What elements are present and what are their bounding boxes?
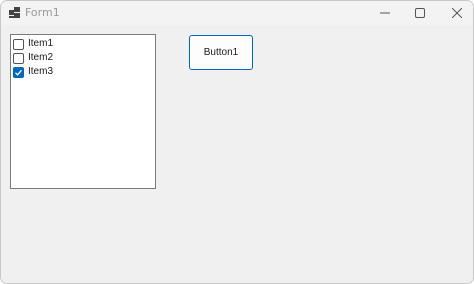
checkbox-item1[interactable]: [13, 38, 24, 50]
maximize-button[interactable]: [400, 1, 440, 25]
list-item-item1[interactable]: Item1: [13, 37, 53, 51]
form-icon: [9, 7, 20, 18]
list-item-label: Item3: [28, 66, 54, 77]
checkbox-item3[interactable]: [13, 66, 24, 78]
list-item-label: Item1: [28, 38, 54, 49]
checkmark-icon: [15, 69, 22, 76]
title-bar[interactable]: Form1: [1, 1, 473, 25]
checked-list-box[interactable]: Item1 Item2 Item3: [10, 34, 156, 189]
maximize-icon: [415, 8, 425, 18]
close-icon: [452, 8, 462, 18]
button1[interactable]: Button1: [189, 35, 253, 70]
minimize-icon: [380, 12, 390, 14]
minimize-button[interactable]: [365, 1, 405, 25]
form-client-area: Item1 Item2 Item3 Button1: [1, 25, 473, 283]
checkbox-item2[interactable]: [13, 52, 24, 64]
form1-window: Form1 Item1 Item2 Item3 Button1: [0, 0, 474, 284]
window-title: Form1: [25, 6, 60, 19]
list-item-item3[interactable]: Item3: [13, 65, 53, 79]
list-item-label: Item2: [28, 52, 54, 63]
list-item-item2[interactable]: Item2: [13, 51, 53, 65]
close-button[interactable]: [437, 1, 473, 25]
